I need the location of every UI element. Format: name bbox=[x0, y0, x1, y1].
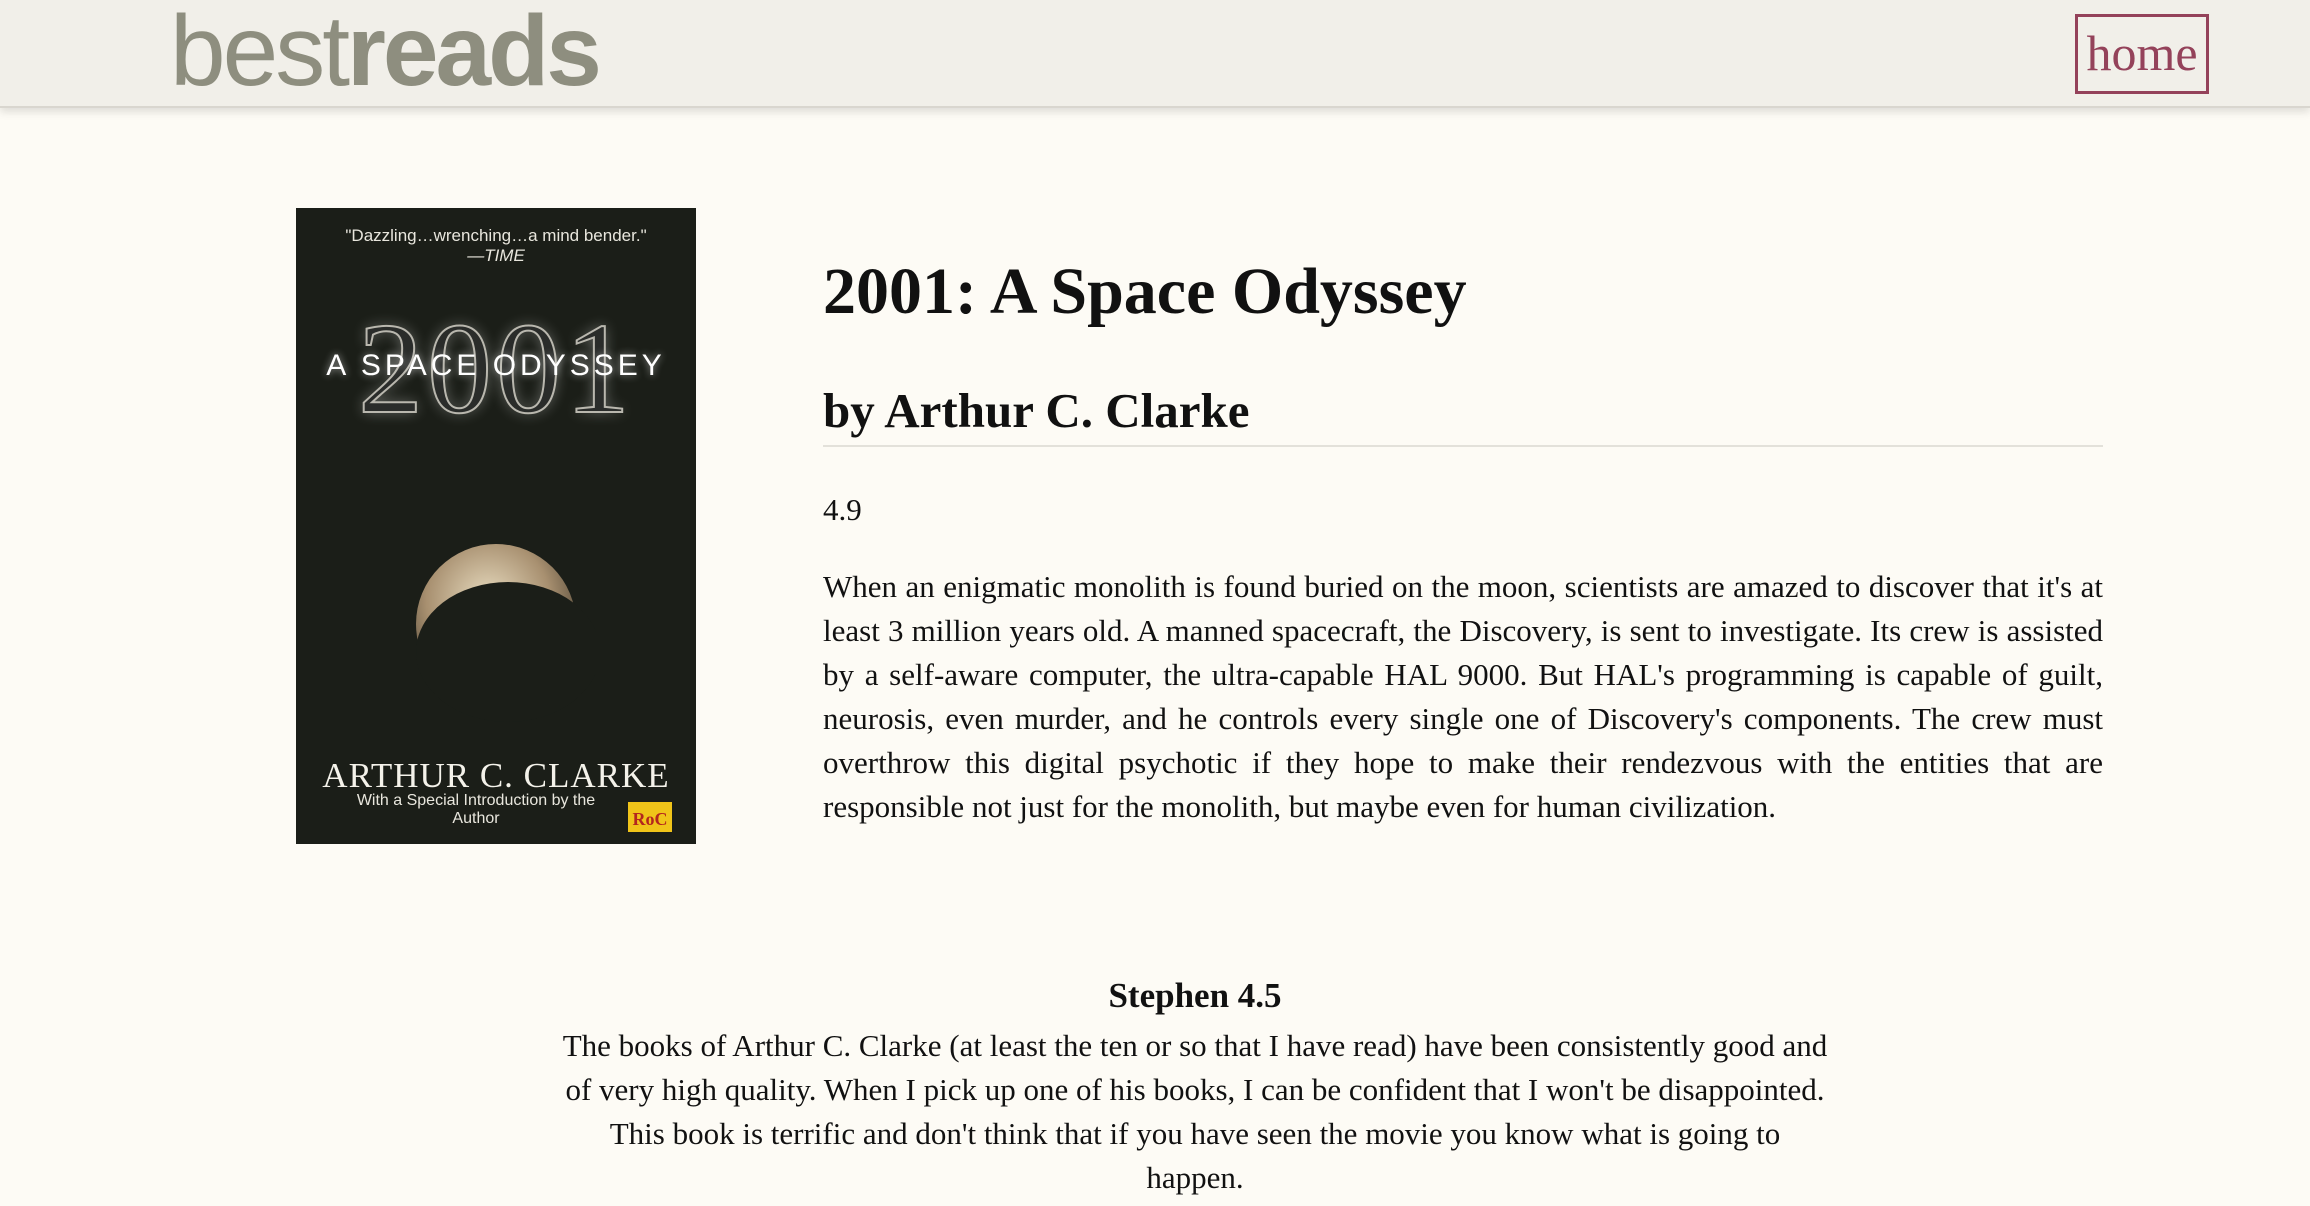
bestreads-logo[interactable]: bestreads bbox=[170, 0, 602, 107]
book-rating: 4.9 bbox=[823, 492, 862, 527]
book-description: When an enigmatic monolith is found buri… bbox=[823, 569, 2103, 824]
book-author: by Arthur C. Clarke bbox=[823, 381, 2103, 447]
cover-quote-source: —TIME bbox=[467, 246, 525, 265]
publisher-logo: RoC bbox=[628, 802, 672, 832]
cover-subtitle: A SPACE ODYSSEY bbox=[326, 349, 666, 382]
logo-light-text: best bbox=[170, 0, 350, 107]
top-banner: bestreads home bbox=[0, 0, 2310, 108]
cover-intro: With a Special Introduction by the Autho… bbox=[356, 792, 596, 827]
home-button[interactable]: home bbox=[2075, 14, 2209, 94]
book-cover-image: "Dazzling…wrenching…a mind bender." —TIM… bbox=[296, 208, 696, 844]
cover-author: ARTHUR C. CLARKE bbox=[322, 756, 670, 795]
cover-quote: "Dazzling…wrenching…a mind bender." bbox=[345, 226, 647, 245]
moon-illustration bbox=[416, 544, 596, 722]
reviewer-name: Stephen bbox=[1108, 976, 1230, 1015]
review-card: Stephen 4.5 The books of Arthur C. Clark… bbox=[560, 970, 1830, 1200]
review-text: The books of Arthur C. Clarke (at least … bbox=[562, 1028, 1828, 1195]
review-score: 4.5 bbox=[1237, 976, 1282, 1015]
book-title: 2001: A Space Odyssey bbox=[823, 255, 1467, 328]
logo-bold-text: reads bbox=[347, 0, 602, 107]
review-header: Stephen 4.5 bbox=[560, 970, 1830, 1022]
